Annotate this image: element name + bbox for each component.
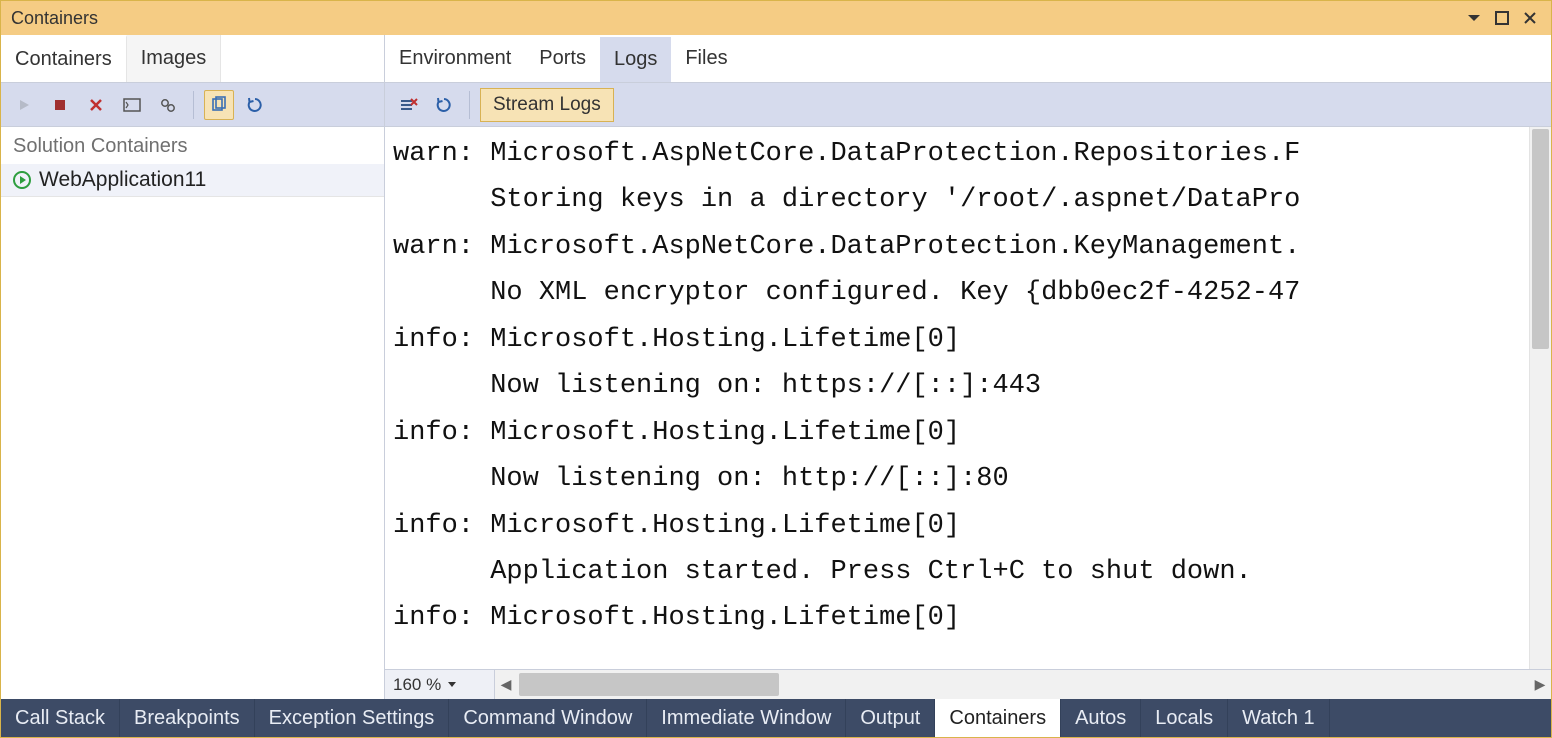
start-icon[interactable] [9,90,39,120]
scroll-thumb[interactable] [1532,129,1549,349]
vstab-breakpoints[interactable]: Breakpoints [120,699,255,737]
toolbar-divider [193,91,194,119]
vstab-immediate-window[interactable]: Immediate Window [647,699,846,737]
stream-logs-button[interactable]: Stream Logs [480,88,614,122]
vstab-call-stack[interactable]: Call Stack [1,699,120,737]
tab-label: Images [141,47,207,70]
chevron-down-icon [447,681,457,689]
zoom-value: 160 % [393,675,441,695]
tab-label: Containers [15,48,112,71]
tab-ports[interactable]: Ports [525,35,600,82]
right-panel: Environment Ports Logs Files Stream Logs… [385,35,1551,699]
log-bottombar: 160 % ◀ ▶ [385,669,1551,699]
tab-label: Logs [614,48,657,71]
containers-tool-window: Containers Containers Images [0,0,1552,738]
vstab-autos[interactable]: Autos [1061,699,1141,737]
delete-icon[interactable] [81,90,111,120]
copy-icon[interactable] [204,90,234,120]
log-content[interactable]: warn: Microsoft.AspNetCore.DataProtectio… [385,127,1527,669]
vstab-locals[interactable]: Locals [1141,699,1228,737]
vstab-watch-1[interactable]: Watch 1 [1228,699,1330,737]
tab-files[interactable]: Files [671,35,741,82]
terminal-icon[interactable] [117,90,147,120]
tab-label: Ports [539,47,586,70]
clear-icon[interactable] [393,90,423,120]
titlebar: Containers [1,1,1551,35]
settings-icon[interactable] [153,90,183,120]
left-tabs: Containers Images [1,35,384,83]
containers-list: WebApplication11 [1,164,384,699]
vs-bottom-tabs: Call StackBreakpointsException SettingsC… [1,699,1551,737]
tab-images[interactable]: Images [127,35,222,82]
body: Containers Images Solution Containers We… [1,35,1551,699]
vstab-command-window[interactable]: Command Window [449,699,647,737]
stop-icon[interactable] [45,90,75,120]
stream-logs-label: Stream Logs [493,94,601,116]
tab-label: Files [685,47,727,70]
horizontal-scrollbar[interactable]: ◀ ▶ [495,670,1551,699]
zoom-dropdown[interactable]: 160 % [385,670,495,699]
tab-label: Environment [399,47,511,70]
vstab-output[interactable]: Output [846,699,935,737]
list-item[interactable]: WebApplication11 [1,164,384,197]
maximize-icon[interactable] [1491,7,1513,29]
right-toolbar: Stream Logs [385,83,1551,127]
tab-environment[interactable]: Environment [385,35,525,82]
refresh-logs-icon[interactable] [429,90,459,120]
tab-containers[interactable]: Containers [1,35,127,82]
list-item-label: WebApplication11 [39,168,206,192]
log-area: warn: Microsoft.AspNetCore.DataProtectio… [385,127,1551,669]
vstab-exception-settings[interactable]: Exception Settings [255,699,450,737]
scroll-left-icon[interactable]: ◀ [495,670,517,699]
scroll-thumb[interactable] [519,673,779,696]
window-options-icon[interactable] [1463,7,1485,29]
window-title: Containers [11,8,98,29]
scroll-right-icon[interactable]: ▶ [1529,670,1551,699]
left-toolbar [1,83,384,127]
toolbar-divider [469,91,470,119]
running-icon [13,171,31,189]
refresh-icon[interactable] [240,90,270,120]
section-label: Solution Containers [1,127,384,164]
tab-logs[interactable]: Logs [600,35,671,82]
vertical-scrollbar[interactable] [1529,127,1551,669]
close-icon[interactable] [1519,7,1541,29]
left-panel: Containers Images Solution Containers We… [1,35,385,699]
vstab-containers[interactable]: Containers [935,699,1061,737]
right-tabs: Environment Ports Logs Files [385,35,1551,83]
